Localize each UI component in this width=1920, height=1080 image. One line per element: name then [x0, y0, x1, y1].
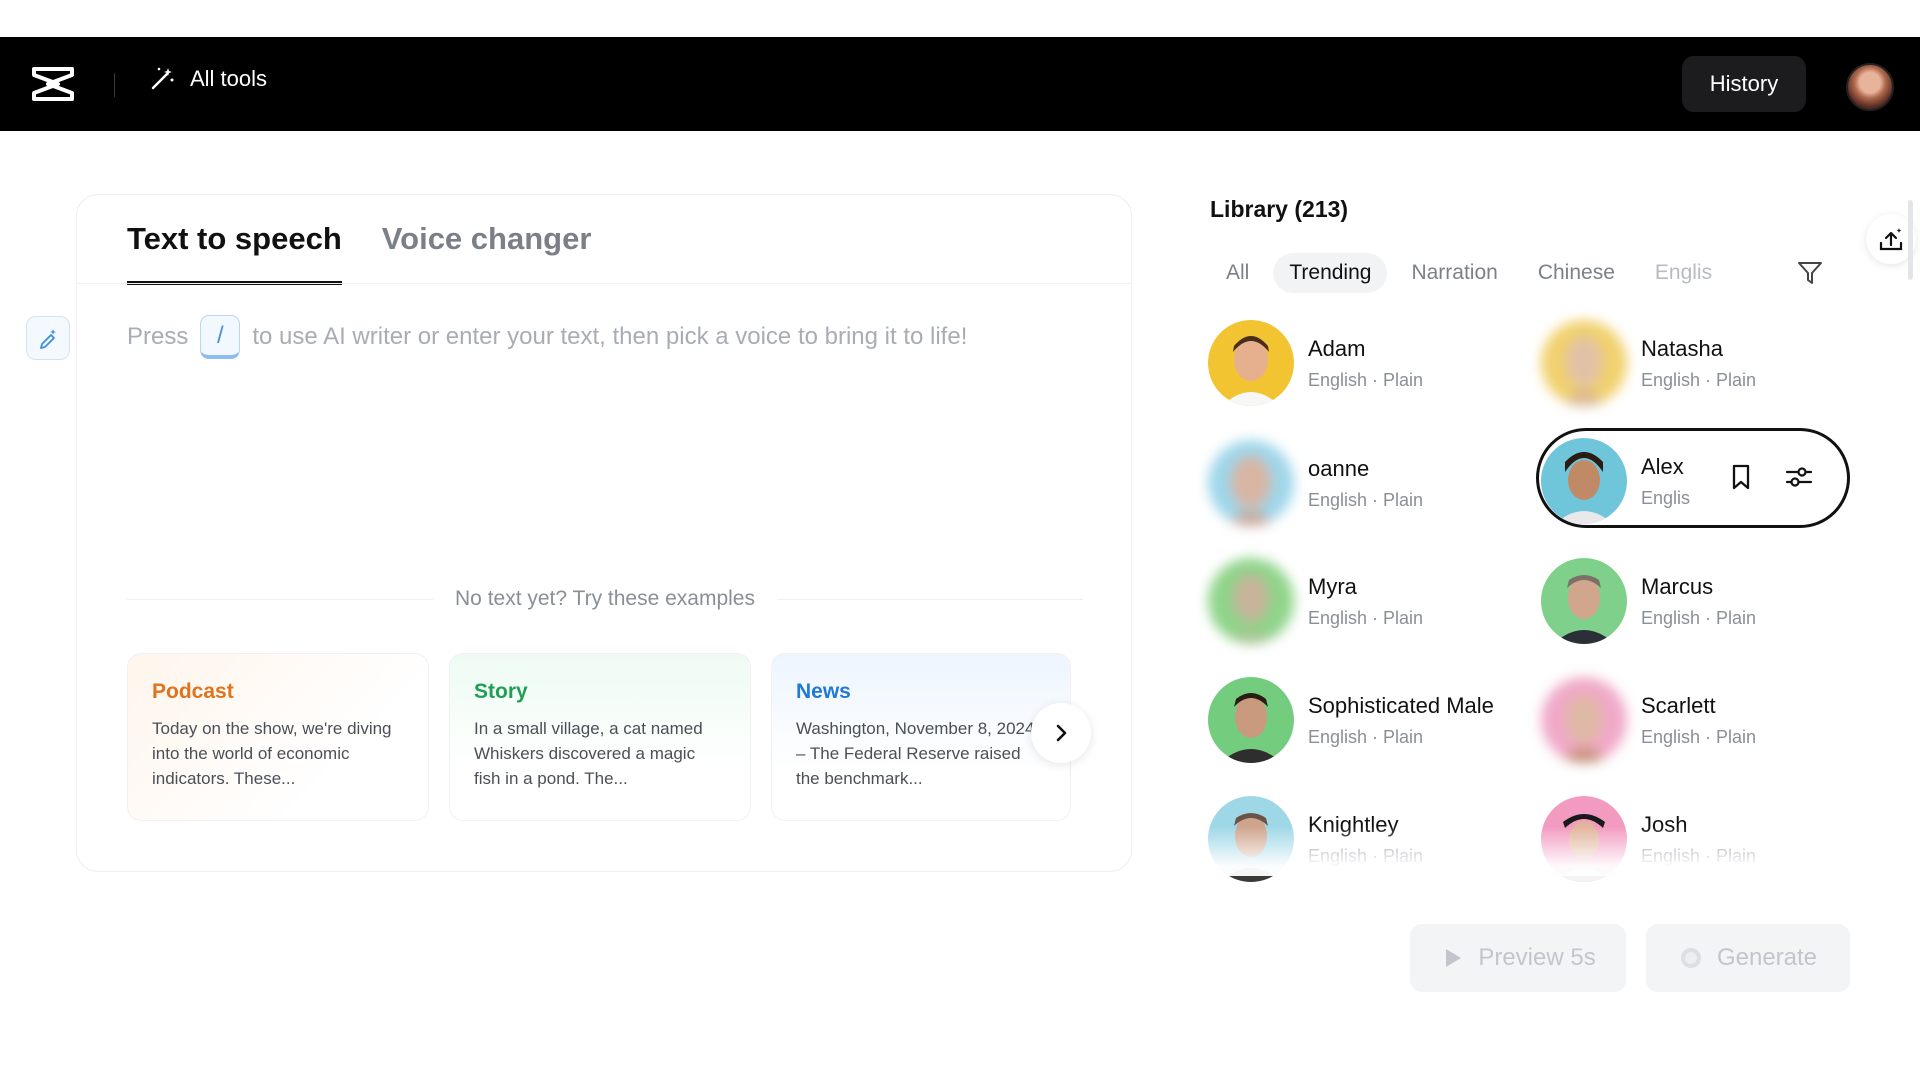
voice-meta: English · Plain [1641, 608, 1757, 628]
text-input-area[interactable]: Press / to use AI writer or enter your t… [127, 315, 967, 359]
example-title: Story [474, 680, 528, 703]
all-tools-label: All tools [190, 66, 268, 91]
tab-text-to-speech[interactable]: Text to speech [127, 221, 342, 285]
slash-key-badge: / [200, 315, 241, 359]
hint-prefix: Press [127, 323, 189, 350]
examples-header: No text yet? Try these examples [127, 587, 1083, 611]
filter-all[interactable]: All [1210, 253, 1265, 293]
generate-button[interactable]: Generate [1646, 924, 1850, 992]
tab-voice-changer[interactable]: Voice changer [382, 221, 592, 285]
filter-english[interactable]: Englis [1639, 253, 1728, 293]
voice-avatar [1208, 440, 1294, 526]
library-scrollbar[interactable] [1908, 200, 1913, 280]
upload-sparkle-icon [1879, 228, 1903, 251]
voice-item-knightley[interactable]: Knightley English · Plain [1208, 792, 1518, 884]
history-button[interactable]: History [1682, 56, 1806, 112]
voice-item-marcus[interactable]: Marcus English · Plain [1541, 554, 1851, 646]
filter-trending[interactable]: Trending [1273, 253, 1388, 293]
settings-sliders-icon[interactable] [1784, 462, 1814, 492]
example-body: In a small village, a cat named Whiskers… [474, 719, 703, 788]
voice-item-joanne[interactable]: oanne English · Plain [1208, 436, 1518, 528]
tabs-divider [77, 283, 1131, 284]
preview-label: Preview 5s [1478, 944, 1596, 971]
voice-name: Sophisticated Male [1308, 693, 1494, 718]
example-body: Today on the show, we're diving into the… [152, 719, 392, 788]
voice-avatar [1208, 558, 1294, 644]
example-title: Podcast [152, 680, 234, 703]
voice-avatar [1541, 796, 1627, 882]
voice-meta: English · Plain [1641, 370, 1757, 390]
filter-chinese[interactable]: Chinese [1522, 253, 1631, 293]
voice-meta: English · Plain [1308, 370, 1424, 390]
library-title: Library (213) [1210, 196, 1349, 222]
divider [127, 598, 434, 600]
voice-name: oanne [1308, 456, 1370, 481]
voice-meta: English · Plain [1308, 846, 1424, 866]
top-bar: All tools History [0, 37, 1920, 131]
mode-tabs: Text to speech Voice changer [127, 221, 591, 285]
filter-narration[interactable]: Narration [1395, 253, 1513, 293]
voice-name: Adam [1308, 336, 1366, 361]
voice-avatar [1541, 438, 1627, 524]
generate-label: Generate [1716, 944, 1818, 971]
ai-writer-button[interactable] [26, 316, 70, 360]
example-card-podcast[interactable]: Podcast Today on the show, we're diving … [127, 653, 429, 821]
voice-avatar [1208, 320, 1294, 406]
divider [114, 73, 115, 97]
voice-meta: English · Plain [1308, 727, 1424, 747]
voice-meta: English · Plain [1641, 727, 1757, 747]
voice-name: Myra [1308, 574, 1357, 599]
voice-item-sophisticated-male[interactable]: Sophisticated Male English · Plain [1208, 673, 1518, 765]
voice-meta: Englis [1641, 488, 1691, 508]
voice-name: Knightley [1308, 812, 1399, 837]
voice-name: Marcus [1641, 574, 1714, 599]
voice-item-scarlett[interactable]: Scarlett English · Plain [1541, 673, 1851, 765]
capcut-logo-icon[interactable] [30, 63, 76, 105]
hint-text: to use AI writer or enter your text, the… [252, 323, 968, 350]
magic-pen-icon [40, 329, 56, 349]
voice-avatar [1541, 320, 1627, 406]
example-title: News [796, 680, 851, 703]
editor-card: Text to speech Voice changer Press / to … [76, 194, 1132, 872]
voice-name: Natasha [1641, 336, 1723, 361]
voice-avatar [1208, 796, 1294, 882]
examples-label: No text yet? Try these examples [455, 587, 755, 610]
example-card-news[interactable]: News Washington, November 8, 2024 – The … [771, 653, 1071, 821]
voice-meta: English · Plain [1641, 846, 1757, 866]
bookmark-icon[interactable] [1726, 462, 1756, 492]
chevron-right-icon [1056, 724, 1067, 742]
example-body: Washington, November 8, 2024 – The Feder… [796, 719, 1035, 788]
examples-next-button[interactable] [1031, 703, 1091, 763]
voice-meta: English · Plain [1308, 490, 1424, 510]
voice-name: Scarlett [1641, 693, 1716, 718]
library-filters: All Trending Narration Chinese Englis [1210, 252, 1728, 294]
filter-icon[interactable] [1795, 258, 1825, 288]
voice-meta: English · Plain [1308, 608, 1424, 628]
voice-item-josh[interactable]: Josh English · Plain [1541, 792, 1851, 884]
voice-name: Josh [1641, 812, 1688, 837]
magic-wand-icon [151, 67, 174, 90]
voice-avatar [1208, 677, 1294, 763]
voice-item-adam[interactable]: Adam English · Plain [1208, 316, 1518, 408]
user-avatar[interactable] [1846, 63, 1894, 111]
voice-item-myra[interactable]: Myra English · Plain [1208, 554, 1518, 646]
all-tools-button[interactable]: All tools [148, 65, 267, 93]
preview-button[interactable]: Preview 5s [1410, 924, 1626, 992]
voice-avatar [1541, 558, 1627, 644]
generate-orb-icon [1680, 948, 1701, 968]
voice-name: Alex [1641, 454, 1684, 479]
play-icon [1446, 949, 1462, 967]
voice-item-natasha[interactable]: Natasha English · Plain [1541, 316, 1851, 408]
selected-voice-actions [1726, 462, 1814, 492]
example-card-story[interactable]: Story In a small village, a cat named Wh… [449, 653, 751, 821]
divider [776, 598, 1083, 600]
voice-avatar [1541, 677, 1627, 763]
